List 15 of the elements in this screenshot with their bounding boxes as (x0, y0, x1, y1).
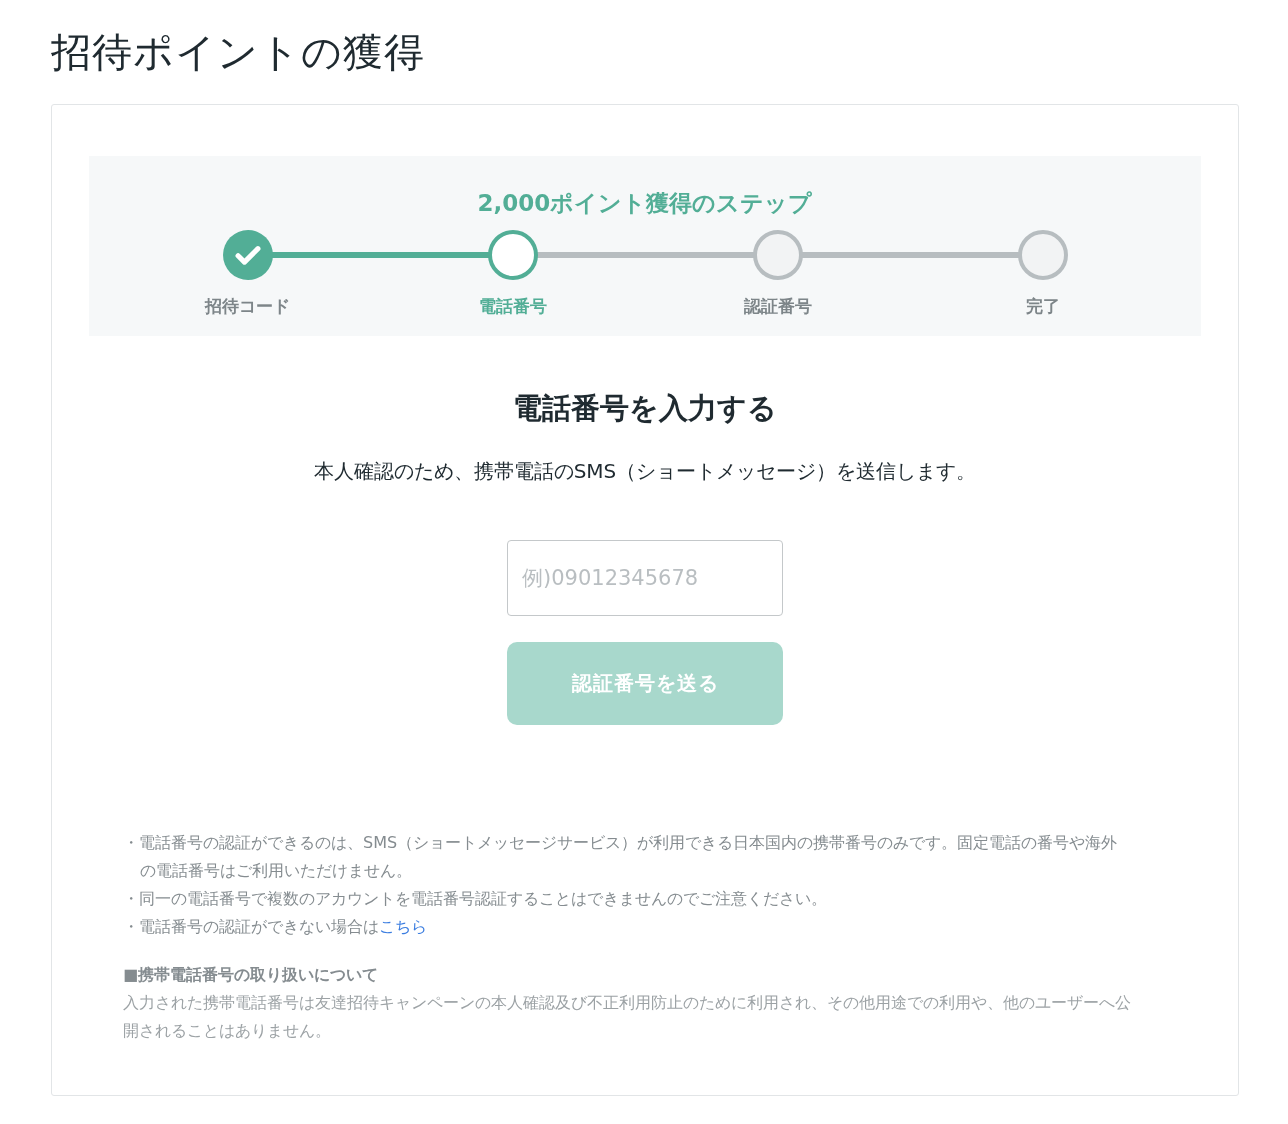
here-link[interactable]: こちら (379, 917, 427, 936)
note-text: ・同一の電話番号で複数のアカウントを電話番号認証することはできませんのでご注意ください。 (123, 888, 828, 910)
steps-title: 2,000ポイント獲得のステップ (476, 189, 814, 218)
step-label: 認証番号 (743, 295, 812, 318)
step-label: 完了 (1025, 295, 1060, 318)
page-title: 招待ポイントの獲得 (51, 28, 426, 77)
form-heading: 電話番号を入力する (512, 390, 778, 427)
step-label: 招待コード (205, 295, 290, 318)
privacy-text: 入力された携帯電話番号は友達招待キャンペーンの本人確認及び不正利用防止のために利用され、その他用途での利用や、他のユーザーへ公開されることはありません。 (123, 992, 1131, 1042)
step-label: 電話番号 (478, 295, 547, 318)
privacy-heading: ■携帯電話番号の取り扱いについて (123, 964, 380, 986)
note-text: ・電話番号の認証ができない場合はこちら (123, 916, 428, 938)
note-text: ・電話番号の認証ができるのは、SMS（ショートメッセージサービス）が利用できる日本国内の携帯番号のみです。固定電話の番号や海外の電話番号はご利用いただけません。 (123, 832, 1119, 882)
form-description: 本人確認のため、携帯電話のSMS（ショートメッセージ）を送信します。 (312, 458, 978, 485)
phone-input-field[interactable]: 例)09012345678 (507, 540, 783, 616)
